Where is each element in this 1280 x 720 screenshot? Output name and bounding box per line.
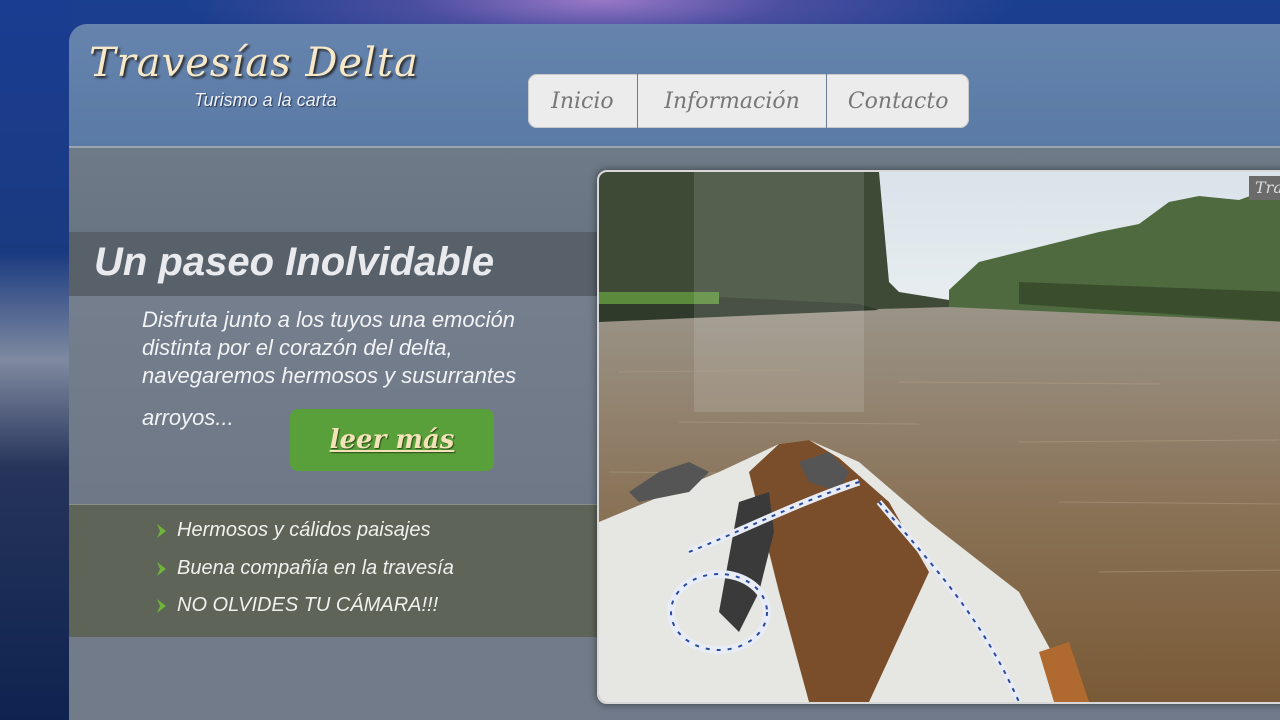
feature-label: Buena compañía en la travesía [177, 557, 454, 579]
nav-item-contacto[interactable]: Contacto [827, 74, 969, 128]
main-nav: Inicio Información Contacto [528, 74, 969, 128]
list-item: Hermosos y cálidos paisajes [155, 519, 430, 542]
hero-headline: Un paseo Inolvidable [94, 240, 495, 284]
river-boat-photo: Tra [597, 170, 1280, 704]
feature-label: NO OLVIDES TU CÁMARA!!! [177, 594, 439, 616]
photo-label: Tra [1249, 176, 1280, 200]
photo-illustration [599, 172, 1280, 702]
site-logo-title[interactable]: Travesías Delta [89, 40, 419, 86]
hero-description: Disfruta junto a los tuyos una emoción d… [142, 307, 517, 388]
chevron-right-icon [157, 523, 166, 538]
list-item: Buena compañía en la travesía [155, 557, 454, 580]
read-more-button[interactable]: leer más [290, 409, 494, 471]
content-bottom-band [69, 637, 599, 720]
site-header: Travesías Delta Turismo a la carta Inici… [69, 24, 1280, 148]
background-blur [0, 0, 72, 720]
features-list: Hermosos y cálidos paisajes Buena compañ… [69, 504, 599, 638]
list-item: NO OLVIDES TU CÁMARA!!! [155, 594, 438, 617]
feature-label: Hermosos y cálidos paisajes [177, 519, 431, 541]
hero-description-tail: arroyos... [142, 405, 234, 430]
nav-item-informacion[interactable]: Información [638, 74, 828, 128]
site-logo-subtitle: Turismo a la carta [194, 90, 337, 110]
chevron-right-icon [157, 598, 166, 613]
chevron-right-icon [157, 561, 166, 576]
website-page: Travesías Delta Turismo a la carta Inici… [69, 24, 1280, 720]
nav-item-inicio[interactable]: Inicio [528, 74, 638, 128]
